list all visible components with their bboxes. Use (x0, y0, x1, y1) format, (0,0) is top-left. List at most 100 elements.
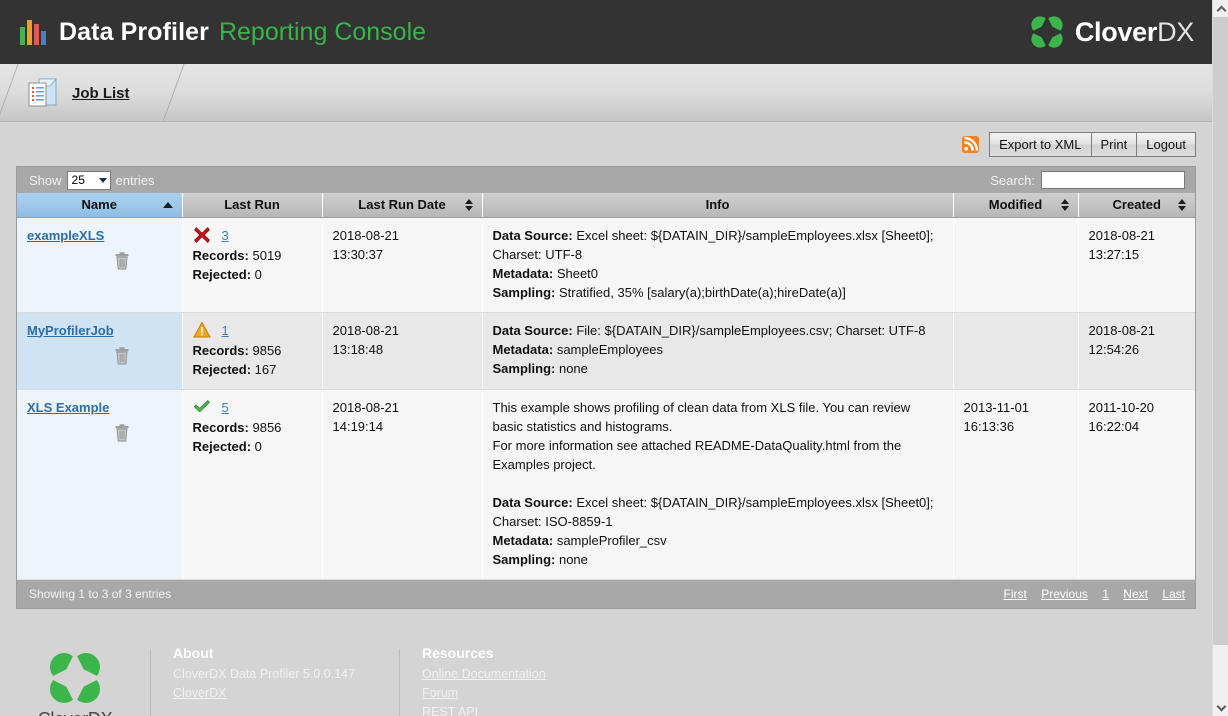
pagination-next[interactable]: Next (1123, 587, 1148, 601)
rejected-line: Rejected: 167 (193, 360, 312, 379)
rejected-label: Rejected: (193, 439, 252, 454)
info-data-source: Data Source: Excel sheet: ${DATAIN_DIR}/… (493, 226, 943, 264)
run-status-line: 1 (193, 321, 312, 340)
table-footer: Showing 1 to 3 of 3 entries First Previo… (17, 580, 1195, 608)
records-label: Records: (193, 248, 249, 263)
records-line: Records: 9856 (193, 418, 312, 437)
footer-forum-link[interactable]: Forum (422, 684, 648, 703)
last-run-time: 14:19:14 (333, 417, 472, 436)
info-sampling: Sampling: Stratified, 35% [salary(a);bir… (493, 283, 943, 302)
breadcrumb: Job List (0, 64, 1212, 122)
document-folder-icon (26, 75, 60, 111)
records-line: Records: 9856 (193, 341, 312, 360)
column-label: Last Run (224, 197, 280, 212)
export-to-xml-button[interactable]: Export to XML (989, 132, 1091, 157)
cell-created: 2018-08-21 13:27:15 (1078, 217, 1195, 312)
created-time: 12:54:26 (1089, 340, 1186, 359)
cloverdx-logo: CloverDX (1029, 14, 1194, 50)
scroll-up-arrow-icon[interactable] (1213, 0, 1228, 17)
column-label: Name (82, 197, 117, 212)
cell-name: exampleXLS (17, 217, 182, 312)
column-header-name[interactable]: Name (17, 193, 182, 217)
breadcrumb-chevron-start (0, 64, 22, 122)
pagination-page-1[interactable]: 1 (1102, 587, 1109, 601)
scrollbar-thumb[interactable] (1213, 17, 1228, 645)
column-header-last-run[interactable]: Last Run (182, 193, 322, 217)
breadcrumb-item-job-list[interactable]: Job List (26, 64, 130, 122)
page-viewport: Data Profiler Reporting Console CloverDX (0, 0, 1212, 716)
cell-created: 2011-10-20 16:22:04 (1078, 389, 1195, 579)
show-label: Show (29, 173, 62, 188)
entries-select[interactable]: 25 (67, 171, 111, 190)
trash-icon[interactable] (114, 252, 130, 270)
created-date: 2018-08-21 (1089, 321, 1186, 340)
rss-feed-icon[interactable] (962, 136, 979, 153)
bar-chart-icon (20, 19, 48, 45)
data-source-label: Data Source: (493, 323, 573, 338)
warning-triangle-icon (193, 321, 211, 339)
sampling-label: Sampling: (493, 552, 556, 567)
sort-ascending-icon (163, 202, 173, 208)
info-spacer (493, 474, 943, 493)
column-label: Info (706, 197, 730, 212)
logout-button[interactable]: Logout (1136, 132, 1196, 157)
scroll-down-arrow-icon[interactable] (1213, 699, 1228, 716)
app-window: Data Profiler Reporting Console CloverDX (0, 0, 1228, 716)
run-count-link[interactable]: 5 (222, 398, 229, 417)
cell-name: MyProfilerJob (17, 312, 182, 389)
records-value: 5019 (252, 248, 281, 263)
breadcrumb-label[interactable]: Job List (72, 85, 130, 102)
column-label: Modified (989, 197, 1042, 212)
cell-modified (953, 217, 1078, 312)
vertical-scrollbar[interactable] (1212, 0, 1228, 716)
trash-icon[interactable] (114, 424, 130, 442)
metadata-value: sampleEmployees (557, 342, 663, 357)
footer-cloverdx-link[interactable]: CloverDX (173, 684, 399, 703)
footer-rest-api-link[interactable]: REST API (422, 703, 648, 716)
cell-name: XLS Example (17, 389, 182, 579)
data-source-label: Data Source: (493, 228, 573, 243)
rejected-label: Rejected: (193, 362, 252, 377)
cell-modified (953, 312, 1078, 389)
rejected-value: 0 (255, 439, 262, 454)
logo-wordmark: CloverDX (1075, 17, 1194, 48)
rejected-value: 167 (255, 362, 277, 377)
run-count-link[interactable]: 3 (222, 226, 229, 245)
column-header-last-run-date[interactable]: Last Run Date (322, 193, 482, 217)
cell-info: Data Source: Excel sheet: ${DATAIN_DIR}/… (482, 217, 953, 312)
search-label: Search: (990, 173, 1035, 188)
pagination-last[interactable]: Last (1162, 587, 1185, 601)
trash-icon[interactable] (114, 347, 130, 365)
column-header-info[interactable]: Info (482, 193, 953, 217)
last-run-time: 13:18:48 (333, 340, 472, 359)
last-run-date: 2018-08-21 (333, 398, 472, 417)
pagination-previous[interactable]: Previous (1041, 587, 1088, 601)
created-date: 2011-10-20 (1089, 398, 1186, 417)
info-metadata: Metadata: sampleProfiler_csv (493, 531, 943, 550)
column-header-created[interactable]: Created (1078, 193, 1195, 217)
print-button[interactable]: Print (1091, 132, 1138, 157)
breadcrumb-chevron-end (134, 64, 188, 122)
info-metadata: Metadata: Sheet0 (493, 264, 943, 283)
pagination-first[interactable]: First (1004, 587, 1027, 601)
metadata-label: Metadata: (493, 266, 554, 281)
rejected-line: Rejected: 0 (193, 265, 312, 284)
run-count-link[interactable]: 1 (222, 321, 229, 340)
info-data-source: Data Source: File: ${DATAIN_DIR}/sampleE… (493, 321, 943, 340)
sampling-value: Stratified, 35% [salary(a);birthDate(a);… (559, 285, 846, 300)
created-time: 13:27:15 (1089, 245, 1186, 264)
metadata-value: Sheet0 (557, 266, 598, 281)
sampling-value: none (559, 361, 588, 376)
column-header-modified[interactable]: Modified (953, 193, 1078, 217)
records-value: 9856 (252, 420, 281, 435)
job-name-link[interactable]: exampleXLS (27, 228, 104, 243)
search-input[interactable] (1041, 171, 1185, 189)
records-label: Records: (193, 420, 249, 435)
records-label: Records: (193, 343, 249, 358)
footer-api-links: REST API | Example (422, 703, 648, 716)
footer-online-documentation-link[interactable]: Online Documentation (422, 665, 648, 684)
info-data-source: Data Source: Excel sheet: ${DATAIN_DIR}/… (493, 493, 943, 531)
table-header-row: Name Last Run Last Run Date Info (17, 193, 1195, 217)
job-name-link[interactable]: MyProfilerJob (27, 323, 114, 338)
job-name-link[interactable]: XLS Example (27, 400, 109, 415)
